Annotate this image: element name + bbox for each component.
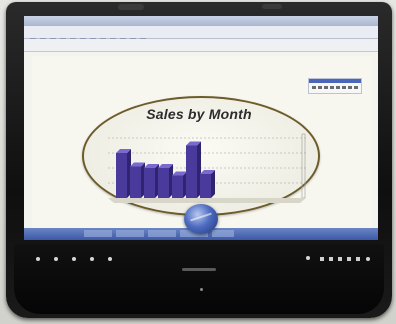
chart-bar-front — [130, 166, 141, 198]
chart-title: Sales by Month — [146, 106, 252, 122]
menu-bar — [24, 26, 378, 44]
device-bezel-bottom — [14, 244, 384, 314]
bezel-button[interactable] — [108, 257, 112, 261]
photo-scene: Sales by Month — [0, 0, 396, 324]
chart-side-marker — [301, 133, 306, 199]
bezel-button[interactable] — [54, 257, 58, 261]
chart-bar — [116, 149, 131, 198]
brand-logo — [182, 268, 216, 271]
bezel-button[interactable] — [366, 257, 370, 261]
side-panel — [308, 78, 362, 94]
globe-highlight — [190, 212, 212, 222]
chart-bar-front — [172, 175, 183, 198]
chart-bar — [130, 162, 145, 198]
chart-axis — [108, 198, 306, 203]
chart — [108, 133, 306, 203]
globe-icon — [184, 204, 218, 234]
chart-floor — [108, 198, 306, 203]
chart-bar-front — [158, 168, 169, 198]
chart-bar-front — [116, 153, 127, 198]
chart-bar-front — [200, 174, 211, 198]
chart-bar-side — [211, 170, 215, 198]
window-title-bar — [24, 16, 378, 26]
toolbar — [24, 39, 378, 70]
chart-bars — [116, 141, 215, 198]
camera-icon — [118, 4, 144, 10]
side-panel-row — [312, 86, 358, 89]
chart-bar — [144, 164, 159, 198]
taskbar-items-blur — [84, 230, 234, 237]
bezel-controls-right — [320, 257, 360, 261]
chart-bar — [200, 170, 215, 198]
side-panel-header — [309, 79, 361, 83]
sensor-icon — [262, 4, 282, 9]
chart-bar-front — [186, 145, 197, 198]
chart-bar — [186, 141, 201, 198]
chart-bar — [158, 164, 173, 198]
power-indicator — [200, 288, 203, 291]
bezel-button[interactable] — [36, 257, 40, 261]
bezel-button[interactable] — [72, 257, 76, 261]
chart-bar — [172, 171, 187, 198]
bezel-button[interactable] — [306, 256, 310, 260]
bezel-button[interactable] — [90, 257, 94, 261]
chart-bar-front — [144, 168, 155, 198]
